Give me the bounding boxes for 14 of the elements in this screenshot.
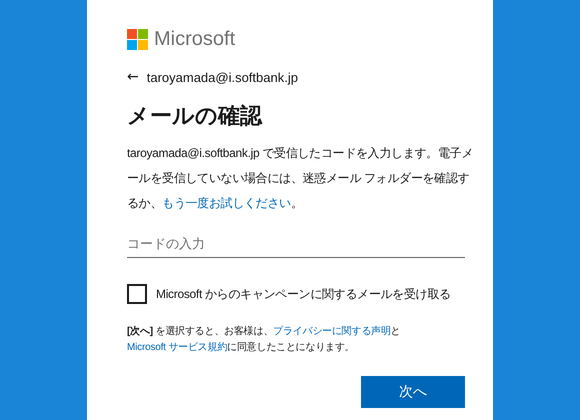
next-button[interactable]: 次へ xyxy=(361,376,465,408)
marketing-checkbox[interactable] xyxy=(127,284,147,304)
back-arrow[interactable]: ← xyxy=(127,69,139,85)
brand-name: Microsoft xyxy=(154,28,236,51)
four-squares-logo-icon xyxy=(127,29,148,50)
description-text: taroyamada@i.softbank.jp で受信したコードを入力します。電子メールを受信していない場合には、迷惑メール フォルダーを確認するか、もう一度お試しください。 xyxy=(127,145,474,212)
legal-link[interactable]: プライバシーに関する声明 xyxy=(273,326,391,337)
code-input-field[interactable]: コードの入力 xyxy=(127,230,465,258)
legal-link[interactable]: Microsoft サービス規約 xyxy=(127,342,228,353)
checkbox-label[interactable]: Microsoft からのキャンペーンに関するメールを受け取る xyxy=(156,286,451,302)
legal-text: [次へ] を選択すると、お客様は、プライバシーに関する声明と Microsoft サービス規約に同意したことになります。 xyxy=(127,324,402,355)
page-title: メールの確認 xyxy=(127,103,264,131)
retry-link[interactable]: もう一度お試しください xyxy=(162,196,291,210)
account-email: taroyamada@i.softbank.jp xyxy=(146,70,298,84)
